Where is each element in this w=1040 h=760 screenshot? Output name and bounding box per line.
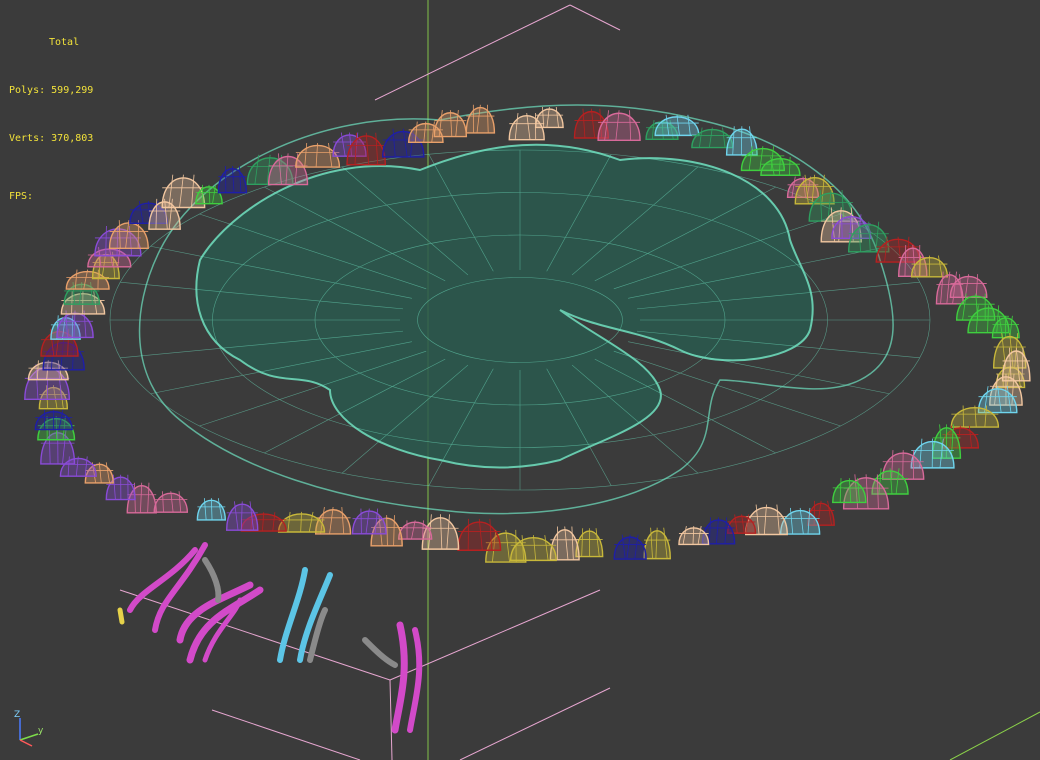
3d-viewport[interactable]: Total Polys: 599,299 Verts: 370,803 FPS:…	[0, 0, 1040, 760]
verts-label: Verts:	[9, 133, 46, 144]
axis-gizmo: Z y	[10, 710, 50, 750]
viewport-statistics: Total Polys: 599,299 Verts: 370,803 FPS:	[9, 3, 93, 237]
verts-value: 370,803	[51, 133, 94, 144]
polys-row: Polys: 599,299	[9, 83, 93, 99]
axis-y-label: y	[38, 726, 44, 736]
plants	[117, 542, 423, 734]
wireframe-scene[interactable]	[0, 0, 1040, 760]
polys-label: Polys:	[9, 85, 46, 96]
stats-header: Total	[49, 37, 80, 48]
axis-z-label: Z	[14, 710, 21, 720]
polys-value: 599,299	[51, 85, 94, 96]
fps-label: FPS:	[9, 191, 34, 202]
verts-row: Verts: 370,803	[9, 131, 93, 147]
